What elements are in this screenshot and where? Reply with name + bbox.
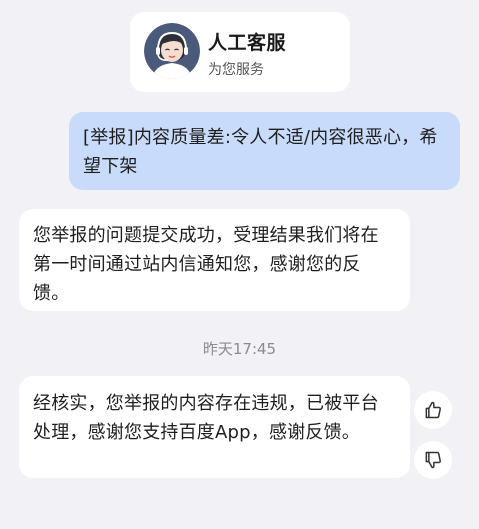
user-message-bubble[interactable]: [举报]内容质量差:令人不适/内容很恶心，希望下架 — [69, 112, 460, 190]
thumbs-up-icon — [425, 401, 441, 419]
like-button[interactable] — [414, 391, 452, 429]
chat-screen: 人工客服 为您服务 [举报]内容质量差:令人不适/内容很恶心，希望下架 您举报的… — [0, 0, 479, 529]
agent-message-bubble[interactable]: 经核实，您举报的内容存在违规，已被平台处理，感谢您支持百度App，感谢反馈。 — [19, 376, 410, 478]
agent-avatar-icon — [144, 23, 200, 79]
agent-header-card[interactable]: 人工客服 为您服务 — [130, 12, 350, 92]
agent-name: 人工客服 — [208, 32, 287, 54]
dislike-button[interactable] — [414, 441, 452, 479]
thumbs-down-icon — [425, 451, 441, 469]
agent-message-bubble[interactable]: 您举报的问题提交成功，受理结果我们将在第一时间通过站内信通知您，感谢您的反馈。 — [19, 209, 410, 311]
message-timestamp: 昨天17:45 — [202, 340, 277, 358]
agent-avatar — [144, 23, 200, 79]
agent-subtitle: 为您服务 — [208, 62, 264, 78]
